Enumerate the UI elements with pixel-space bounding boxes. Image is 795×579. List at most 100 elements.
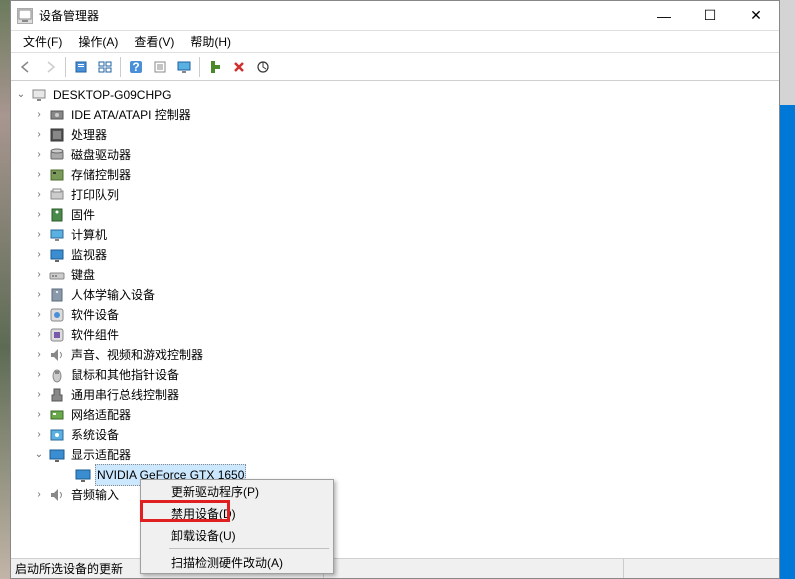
- expand-icon[interactable]: ›: [33, 225, 45, 245]
- menu-update-driver[interactable]: 更新驱动程序(P): [141, 480, 333, 502]
- menu-uninstall-device[interactable]: 卸载设备(U): [141, 524, 333, 546]
- expand-icon[interactable]: ›: [33, 305, 45, 325]
- tree-item-label: 磁盘驱动器: [69, 145, 133, 165]
- tree-item[interactable]: › 监视器: [13, 245, 777, 265]
- tree-item-label: IDE ATA/ATAPI 控制器: [69, 105, 193, 125]
- tree-item-label: 人体学输入设备: [69, 285, 157, 305]
- collapse-icon[interactable]: ⌄: [33, 445, 45, 465]
- tree-item-label: 计算机: [69, 225, 109, 245]
- device-category-icon: [49, 187, 65, 203]
- device-category-icon: [49, 267, 65, 283]
- properties-icon[interactable]: [70, 56, 92, 78]
- tree-item[interactable]: › 鼠标和其他指针设备: [13, 365, 777, 385]
- device-category-icon: [49, 127, 65, 143]
- tree-item[interactable]: › 人体学输入设备: [13, 285, 777, 305]
- tree-item[interactable]: › 通用串行总线控制器: [13, 385, 777, 405]
- tree-item-label: 通用串行总线控制器: [69, 385, 181, 405]
- tree-item[interactable]: › 固件: [13, 205, 777, 225]
- device-category-icon: [49, 207, 65, 223]
- app-icon: [17, 8, 33, 24]
- tree-item[interactable]: › 声音、视频和游戏控制器: [13, 345, 777, 365]
- tree-item-label: 固件: [69, 205, 97, 225]
- collapse-icon[interactable]: ⌄: [15, 85, 27, 105]
- device-category-icon: [49, 327, 65, 343]
- menu-disable-device[interactable]: 禁用设备(D): [141, 502, 333, 524]
- expand-icon[interactable]: ›: [33, 405, 45, 425]
- tree-item-label: 监视器: [69, 245, 109, 265]
- device-category-icon: [49, 407, 65, 423]
- toolbar: ?: [11, 53, 779, 81]
- back-button[interactable]: [15, 56, 37, 78]
- computer-icon: [31, 87, 47, 103]
- expand-icon[interactable]: ›: [33, 285, 45, 305]
- status-text: 启动所选设备的更新: [15, 560, 123, 577]
- device-tree[interactable]: ⌄ DESKTOP-G09CHPG › IDE ATA/ATAPI 控制器 › 处理器…: [11, 81, 779, 558]
- forward-button[interactable]: [39, 56, 61, 78]
- tree-item[interactable]: › IDE ATA/ATAPI 控制器: [13, 105, 777, 125]
- menubar: 文件(F) 操作(A) 查看(V) 帮助(H): [11, 31, 779, 53]
- expand-icon[interactable]: ›: [33, 385, 45, 405]
- device-category-icon: [49, 167, 65, 183]
- delete-icon[interactable]: [228, 56, 250, 78]
- tree-item[interactable]: › 磁盘驱动器: [13, 145, 777, 165]
- tree-item-label: 软件组件: [69, 325, 121, 345]
- expand-icon[interactable]: ›: [33, 345, 45, 365]
- tree-item-label: 显示适配器: [69, 445, 133, 465]
- list-icon[interactable]: [149, 56, 171, 78]
- close-button[interactable]: ✕: [733, 1, 779, 31]
- tree-item-label: 键盘: [69, 265, 97, 285]
- tree-display-adapters[interactable]: ⌄ 显示适配器: [13, 445, 777, 465]
- expand-icon[interactable]: ›: [33, 325, 45, 345]
- menu-file[interactable]: 文件(F): [15, 31, 70, 52]
- maximize-button[interactable]: ☐: [687, 1, 733, 31]
- tree-item-label: 网络适配器: [69, 405, 133, 425]
- expand-icon[interactable]: ›: [33, 165, 45, 185]
- tree-item[interactable]: › 打印队列: [13, 185, 777, 205]
- expand-icon[interactable]: ›: [33, 265, 45, 285]
- display-icon: [49, 447, 65, 463]
- expand-icon[interactable]: ›: [33, 185, 45, 205]
- menu-view[interactable]: 查看(V): [126, 31, 182, 52]
- tree-item-label: 鼠标和其他指针设备: [69, 365, 181, 385]
- view-icon[interactable]: [94, 56, 116, 78]
- device-category-icon: [49, 307, 65, 323]
- tree-audio[interactable]: › 音频输入: [13, 485, 777, 505]
- device-category-icon: [49, 347, 65, 363]
- tree-item[interactable]: › 软件设备: [13, 305, 777, 325]
- monitor-icon[interactable]: [173, 56, 195, 78]
- expand-icon[interactable]: ›: [33, 365, 45, 385]
- expand-icon[interactable]: ›: [33, 205, 45, 225]
- expand-icon[interactable]: ›: [33, 245, 45, 265]
- minimize-button[interactable]: —: [641, 1, 687, 31]
- statusbar: 启动所选设备的更新: [11, 558, 779, 578]
- refresh-icon[interactable]: [252, 56, 274, 78]
- device-category-icon: [49, 367, 65, 383]
- expand-icon[interactable]: ›: [33, 105, 45, 125]
- help-icon[interactable]: ?: [125, 56, 147, 78]
- tree-item-label: 软件设备: [69, 305, 121, 325]
- tree-item[interactable]: ›系统设备: [13, 425, 777, 445]
- expand-icon[interactable]: ›: [33, 485, 45, 505]
- tree-item-label: 声音、视频和游戏控制器: [69, 345, 205, 365]
- tree-item[interactable]: › 键盘: [13, 265, 777, 285]
- device-category-icon: [49, 427, 65, 443]
- menu-separator: [169, 548, 329, 549]
- menu-help[interactable]: 帮助(H): [182, 31, 239, 52]
- tree-item-label: 打印队列: [69, 185, 121, 205]
- tree-item[interactable]: ›存储控制器: [13, 165, 777, 185]
- tree-gpu-device[interactable]: NVIDIA GeForce GTX 1650: [13, 465, 777, 485]
- expand-icon[interactable]: ›: [33, 145, 45, 165]
- tree-item[interactable]: › 软件组件: [13, 325, 777, 345]
- expand-icon[interactable]: ›: [33, 125, 45, 145]
- menu-action[interactable]: 操作(A): [70, 31, 126, 52]
- tree-item[interactable]: › 计算机: [13, 225, 777, 245]
- tree-root[interactable]: ⌄ DESKTOP-G09CHPG: [13, 85, 777, 105]
- device-category-icon: [49, 247, 65, 263]
- expand-icon[interactable]: ›: [33, 425, 45, 445]
- tree-item-label: 处理器: [69, 125, 109, 145]
- accept-icon[interactable]: [204, 56, 226, 78]
- tree-item[interactable]: › 处理器: [13, 125, 777, 145]
- tree-item[interactable]: › 网络适配器: [13, 405, 777, 425]
- titlebar: 设备管理器 — ☐ ✕: [11, 1, 779, 31]
- menu-scan-hardware[interactable]: 扫描检测硬件改动(A): [141, 551, 333, 573]
